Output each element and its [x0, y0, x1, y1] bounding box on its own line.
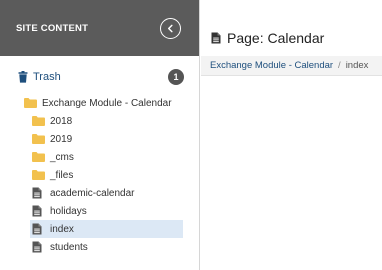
tree-item-files[interactable]: _files: [32, 166, 73, 184]
tree-item-label: Exchange Module - Calendar: [42, 97, 172, 109]
tree-item-holidays[interactable]: holidays: [32, 202, 87, 220]
file-icon: [32, 223, 46, 235]
tree-item-students[interactable]: students: [32, 238, 88, 256]
tree-item-label: 2019: [50, 133, 73, 145]
chevron-left-icon: [167, 24, 173, 32]
breadcrumb-current: index: [345, 60, 369, 71]
folder-icon: [24, 98, 38, 108]
tree-item-label: students: [50, 241, 88, 253]
folder-icon: [32, 134, 46, 144]
sidebar: SITE CONTENT Trash 1 Exchange Module - C…: [0, 0, 200, 270]
tree-item-label: holidays: [50, 205, 87, 217]
file-icon: [32, 187, 46, 199]
trash-count-badge: 1: [168, 69, 184, 85]
breadcrumb-link-parent[interactable]: Exchange Module - Calendar: [210, 60, 333, 71]
tree-item-2019[interactable]: 2019: [32, 130, 72, 148]
page-title: Page: Calendar: [227, 30, 325, 46]
tree-item-cms[interactable]: _cms: [32, 148, 74, 166]
main-panel: Page: Calendar Exchange Module - Calenda…: [201, 0, 382, 270]
tree-item-index-selected[interactable]: index: [30, 220, 183, 238]
folder-icon: [32, 152, 46, 162]
tree-item-root[interactable]: Exchange Module - Calendar: [24, 94, 172, 112]
tree-item-academic-calendar[interactable]: academic-calendar: [32, 184, 135, 202]
breadcrumb: Exchange Module - Calendar / index: [201, 56, 382, 76]
page-file-icon: [211, 32, 221, 44]
trash-icon: [18, 71, 28, 83]
page-header: Page: Calendar: [211, 30, 324, 46]
tree-item-2018[interactable]: 2018: [32, 112, 72, 130]
sidebar-header: SITE CONTENT: [0, 0, 199, 56]
trash-link[interactable]: Trash 1: [18, 68, 184, 86]
tree-item-label: academic-calendar: [50, 187, 135, 199]
folder-icon: [32, 116, 46, 126]
file-icon: [32, 241, 46, 253]
folder-icon: [32, 170, 46, 180]
tree-item-label: _files: [50, 169, 74, 181]
tree-item-label: 2018: [50, 115, 73, 127]
trash-label: Trash: [33, 71, 61, 83]
sidebar-title: SITE CONTENT: [16, 22, 89, 34]
collapse-sidebar-button[interactable]: [160, 17, 181, 39]
file-icon: [32, 205, 46, 217]
tree-item-label: _cms: [50, 151, 74, 163]
breadcrumb-separator: /: [338, 60, 341, 71]
tree-item-label: index: [50, 223, 74, 235]
